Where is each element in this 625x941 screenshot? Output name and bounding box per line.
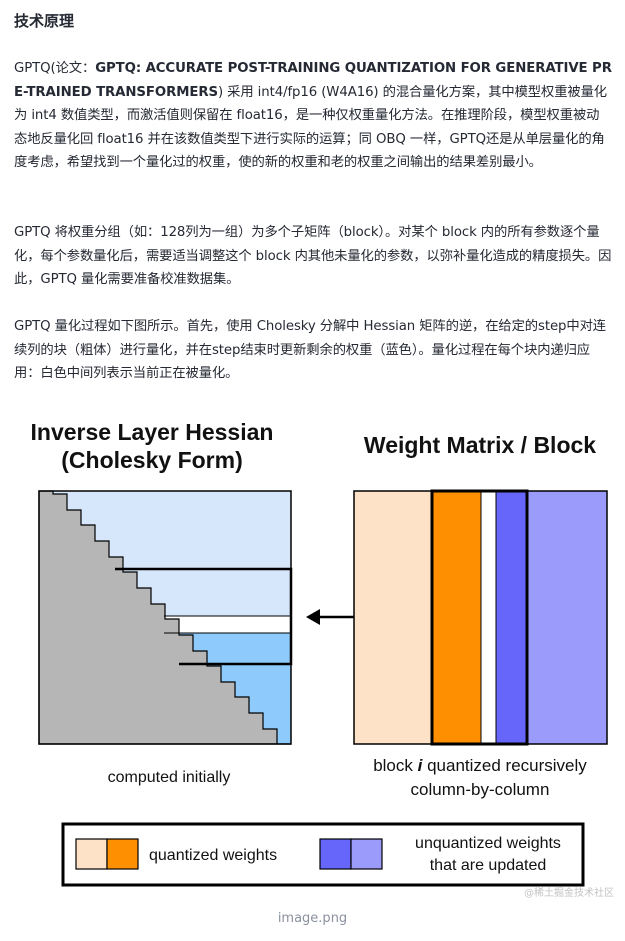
weights-quantized-left <box>354 491 432 744</box>
hessian-white-row <box>164 616 291 633</box>
legend-swatch-peach <box>75 838 108 870</box>
left-title-line1: Inverse Layer Hessian <box>31 419 274 445</box>
right-caption-line2: column-by-column <box>411 780 550 799</box>
left-title-line2: (Cholesky Form) <box>61 447 242 473</box>
right-caption-line1: block i quantized recursively <box>373 756 587 775</box>
section-heading: 技术原理 <box>14 12 75 30</box>
legend: quantized weights unquantized weights th… <box>61 822 585 887</box>
hessian-matrix <box>38 490 293 745</box>
paragraph-block-grouping: GPTQ 将权重分组（如：128列为一组）为多个子矩阵（block）。对某个 b… <box>14 225 612 287</box>
legend-swatch-blue <box>319 838 352 870</box>
block-quantized-columns <box>432 491 481 744</box>
legend-swatch-lavender <box>350 838 383 870</box>
paragraph-gptq-intro: GPTQ(论文：GPTQ: ACCURATE POST-TRAINING QUA… <box>14 57 612 175</box>
weights-unquantized-right <box>527 491 607 744</box>
legend-unquantized-line1: unquantized weights <box>415 835 561 852</box>
left-caption: computed initially <box>108 769 231 786</box>
block-unquantized-columns <box>496 491 527 744</box>
paragraph-process: GPTQ 量化过程如下图所示。首先，使用 Cholesky 分解中 Hessia… <box>14 319 606 381</box>
gptq-diagram: Inverse Layer Hessian (Cholesky Form) We… <box>31 419 608 887</box>
legend-unquantized-line2: that are updated <box>430 857 547 874</box>
legend-quantized-label: quantized weights <box>149 847 277 864</box>
paper-prefix: GPTQ(论文： <box>14 61 96 76</box>
weight-matrix <box>353 489 608 746</box>
watermark: @稀土掘金技术社区 <box>524 888 614 899</box>
block-current-column <box>481 491 496 744</box>
image-caption: image.png <box>277 911 348 926</box>
legend-swatch-orange <box>106 838 139 870</box>
right-title: Weight Matrix / Block <box>364 432 596 458</box>
